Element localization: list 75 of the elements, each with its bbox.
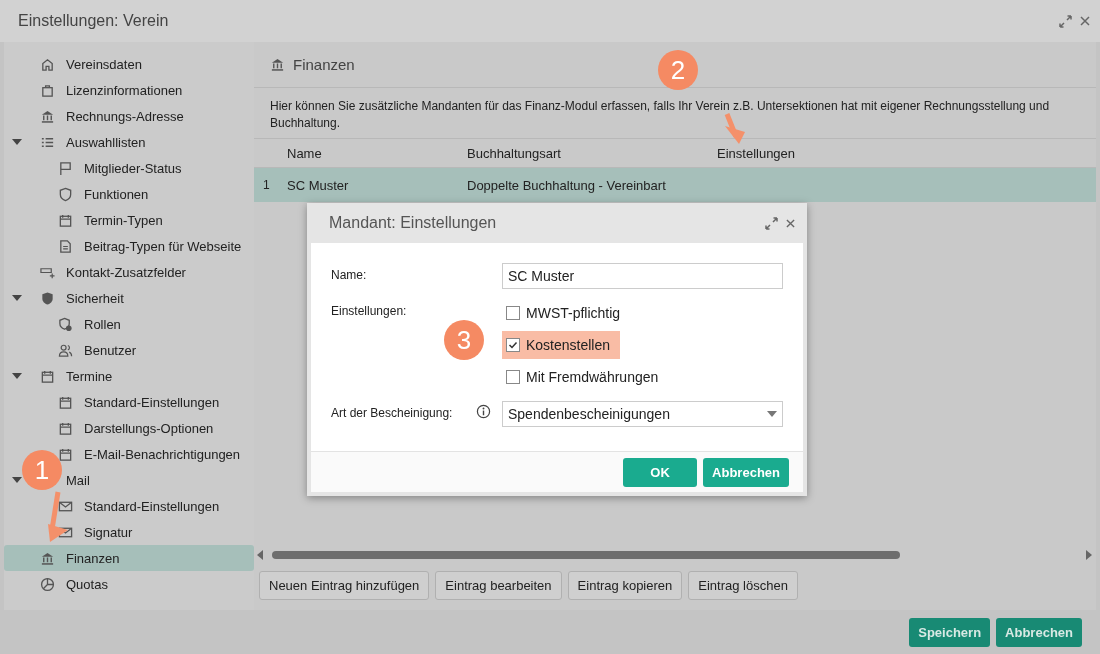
caret-icon[interactable] (12, 295, 22, 301)
checkbox[interactable] (506, 306, 520, 320)
table-cell-text: SC Muster (287, 177, 350, 193)
caret-icon[interactable] (767, 411, 777, 417)
pie-chart-icon (40, 576, 55, 592)
checkbox[interactable] (506, 338, 520, 352)
calendar-icon (58, 420, 73, 436)
column-header[interactable]: Einstellungen (717, 145, 1096, 161)
checkbox-option[interactable]: Kostenstellen (502, 331, 621, 359)
expand-icon[interactable] (1059, 14, 1072, 28)
sidebar-item[interactable]: Termin-Typen (84, 212, 163, 228)
document-icon (58, 238, 73, 254)
field-label: Einstellungen: (331, 303, 408, 318)
caret-icon[interactable] (12, 373, 22, 379)
sidebar-item[interactable]: Standard-Einstellungen (84, 498, 220, 514)
name-field[interactable]: SC Muster (502, 263, 783, 289)
calendar-icon (40, 368, 55, 384)
sidebar-item[interactable]: Rechnungs-Adresse (66, 108, 184, 124)
bank-icon (40, 550, 55, 566)
caret-icon[interactable] (12, 477, 22, 483)
checkbox-option[interactable]: MWST-pflichtig (502, 299, 631, 327)
sidebar-item[interactable]: Rollen (84, 316, 121, 332)
sidebar-item[interactable]: Benutzer (84, 342, 137, 358)
dialog-title: Mandant: Einstellungen (329, 214, 498, 232)
sidebar-item[interactable]: Lizenzinformationen (66, 82, 183, 98)
sidebar-item[interactable]: Vereinsdaten (66, 56, 142, 72)
sidebar-item[interactable]: Darstellungs-Optionen (84, 420, 214, 436)
expand-icon[interactable] (765, 216, 778, 230)
field-label: Art der Bescheinigung: (331, 405, 454, 420)
sidebar-item[interactable]: Quotas (66, 576, 108, 592)
table-cell-text: Doppelte Buchhaltung - Vereinbart (467, 177, 667, 193)
column-header[interactable]: Name (287, 145, 467, 161)
shield-user-icon (58, 316, 73, 332)
action-button[interactable]: Eintrag kopieren (567, 571, 683, 600)
sidebar-item[interactable]: Beitrag-Typen für Webseite (84, 238, 242, 254)
close-icon[interactable] (786, 218, 795, 228)
bank-icon (270, 57, 285, 72)
action-button[interactable]: Neuen Eintrag hinzufügen (259, 571, 430, 600)
action-button[interactable]: Eintrag löschen (688, 571, 798, 600)
arrow (724, 113, 745, 144)
sidebar-item[interactable]: E-Mail-Benachrichtigungen (84, 446, 241, 462)
calendar-icon (58, 446, 73, 462)
users-icon (58, 342, 73, 358)
sidebar-item[interactable]: Funktionen (84, 186, 149, 202)
arrow (48, 491, 68, 542)
table-row[interactable]: 1 SC Muster Doppelte Buchhaltung - Vereinbart (254, 168, 1096, 202)
row-number: 1 (262, 178, 271, 192)
sidebar-item[interactable]: Mitglieder-Status (84, 160, 182, 176)
sidebar-item[interactable]: Mail (66, 472, 90, 488)
action-button[interactable]: Eintrag bearbeiten (435, 571, 562, 600)
sidebar-item[interactable]: Signatur (84, 524, 133, 540)
bag-icon (40, 82, 55, 98)
sidebar-item[interactable]: Kontakt-Zusatzfelder (66, 264, 186, 280)
window-title: Einstellungen: Verein (18, 12, 170, 30)
checkbox[interactable] (506, 370, 520, 384)
bank-icon (40, 108, 55, 124)
checkbox-option[interactable]: Mit Fremdwährungen (502, 363, 669, 391)
sidebar-item[interactable]: Finanzen (4, 545, 254, 571)
field-label: Name: (331, 267, 368, 282)
sidebar-item[interactable]: Sicherheit (66, 290, 124, 306)
shield-icon (58, 186, 73, 202)
panel-title: Finanzen (293, 56, 355, 73)
home-icon (40, 56, 55, 72)
sidebar-item[interactable]: Termine (66, 368, 113, 384)
column-header[interactable]: Buchhaltungsart (467, 145, 717, 161)
checkmark-icon (508, 340, 518, 350)
close-icon[interactable] (1080, 16, 1090, 26)
calendar-icon (58, 212, 73, 228)
shield-icon (40, 290, 55, 306)
sidebar-item[interactable]: Auswahllisten (66, 134, 146, 150)
calendar-icon (58, 394, 73, 410)
sidebar-item[interactable]: Standard-Einstellungen (84, 394, 220, 410)
flag-icon (58, 160, 73, 176)
dropdown-field[interactable]: Spendenbescheinigungen (502, 401, 783, 427)
caret-icon[interactable] (12, 139, 22, 145)
